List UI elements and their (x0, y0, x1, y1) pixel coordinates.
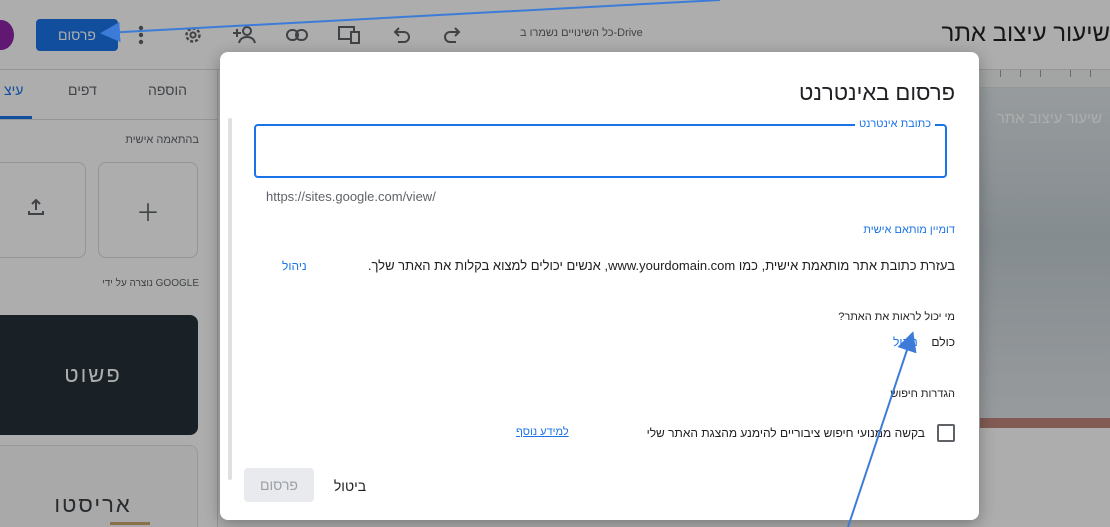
publish-dialog: פרסום באינטרנט כתובת אינטרנט https://sit… (220, 52, 979, 520)
custom-domain-description: בעזרת כתובת אתר מותאמת אישית, כמו www.yo… (367, 258, 955, 273)
dialog-scrollbar[interactable] (228, 118, 232, 480)
url-prefix: https://sites.google.com/view/ (266, 189, 436, 204)
hide-from-search-label[interactable]: בקשה ממנועי חיפוש ציבוריים להימנע מהצגת … (647, 426, 925, 440)
hide-from-search-checkbox[interactable] (937, 424, 955, 442)
who-can-see-value: כולם (931, 335, 955, 349)
custom-domain-heading: דומיין מותאם אישית (863, 224, 955, 236)
dialog-publish-button[interactable]: פרסום (244, 468, 314, 502)
search-settings-heading: הגדרות חיפוש (890, 388, 955, 400)
dialog-title: פרסום באינטרנט (799, 80, 955, 105)
manage-domain-link[interactable]: ניהול (282, 259, 307, 273)
manage-viewers-link[interactable]: ניהול (893, 335, 918, 349)
web-address-label: כתובת אינטרנט (854, 118, 935, 130)
web-address-field[interactable]: כתובת אינטרנט (254, 118, 947, 178)
who-can-see-question: מי יכול לראות את האתר? (838, 311, 955, 323)
cancel-button[interactable]: ביטול (320, 470, 380, 502)
learn-more-link[interactable]: למידע נוסף (516, 426, 569, 438)
web-address-input[interactable] (264, 136, 934, 166)
